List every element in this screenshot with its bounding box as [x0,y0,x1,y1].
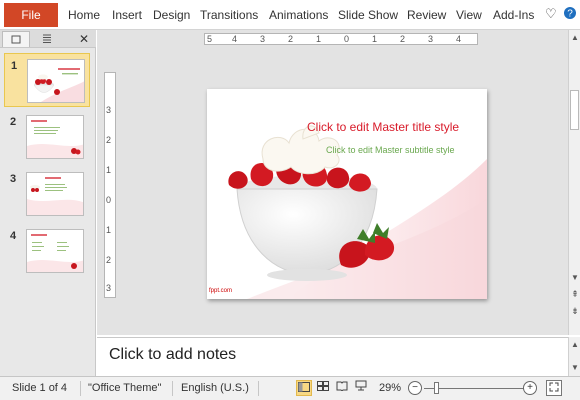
ruler-tick: 2 [106,255,112,265]
theme-name[interactable]: "Office Theme" [88,382,161,394]
ruler-tick: 2 [288,34,294,44]
ruler-tick: 1 [372,34,378,44]
zoom-out-icon[interactable]: − [408,381,422,395]
status-bar: Slide 1 of 4 "Office Theme" English (U.S… [0,376,580,400]
tab-design[interactable]: Design [153,8,190,22]
slide-subtitle-placeholder[interactable]: Click to edit Master subtitle style [326,145,455,155]
fit-to-window-icon[interactable] [546,380,562,396]
zoom-level[interactable]: 29% [379,382,401,394]
ruler-tick: 5 [207,34,213,44]
ruler-tick: 4 [456,34,462,44]
horizontal-ruler[interactable]: 5 4 3 2 1 0 1 2 3 4 [204,33,478,45]
slides-pane: ✕ 1 2 3 4 [0,30,96,376]
tab-view[interactable]: View [456,8,482,22]
slide-thumbnail-2[interactable]: 2 [4,110,90,164]
slide-number: 2 [10,116,17,128]
ruler-tick: 1 [316,34,322,44]
vertical-ruler[interactable]: 3 2 1 0 1 2 3 [104,72,116,298]
ruler-tick: 3 [428,34,434,44]
slide-thumb-image [27,59,85,103]
ruler-tick: 2 [400,34,406,44]
slide-number: 1 [11,60,18,72]
slides-icon [11,35,21,44]
tab-animations[interactable]: Animations [269,8,328,22]
ruler-tick: 3 [106,105,112,115]
ribbon: File Home Insert Design Transitions Anim… [0,0,580,30]
slide-thumb-image [26,229,84,273]
slides-tab[interactable] [2,31,30,47]
language-indicator[interactable]: English (U.S.) [181,382,249,394]
tab-home[interactable]: Home [68,8,100,22]
ruler-tick: 3 [260,34,266,44]
slide-thumbnail-4[interactable]: 4 [4,224,90,278]
slide-number: 3 [10,173,17,185]
outline-tab[interactable] [33,31,61,47]
tab-slide-show[interactable]: Slide Show [338,8,398,22]
slide-editor: 5 4 3 2 1 0 1 2 3 4 3 2 1 0 1 2 3 Click … [97,30,568,335]
notes-pane[interactable]: Click to add notes [97,337,568,376]
slide-sorter-icon[interactable] [315,380,331,396]
slide-counter[interactable]: Slide 1 of 4 [12,382,67,394]
slide-number: 4 [10,230,17,242]
slide-thumbnail-3[interactable]: 3 [4,167,90,221]
slide-thumbnail-1[interactable]: 1 [4,53,90,107]
outline-icon [43,34,51,43]
heart-icon[interactable]: ♡ [545,6,557,22]
ruler-tick: 1 [106,165,112,175]
divider [258,381,259,396]
zoom-slider-thumb[interactable] [434,382,439,394]
slide-thumb-image [26,172,84,216]
reading-view-icon[interactable] [334,380,350,396]
file-tab[interactable]: File [4,3,58,27]
slide-canvas[interactable]: Click to edit Master title style Click t… [207,89,487,299]
slide-title-placeholder[interactable]: Click to edit Master title style [307,120,459,134]
close-icon[interactable]: ✕ [70,31,98,47]
pane-header: ✕ [0,30,96,48]
tab-insert[interactable]: Insert [112,8,142,22]
next-slide-icon[interactable]: ⇟ [569,305,580,317]
scroll-up-icon[interactable]: ▲ [569,339,580,351]
notes-scrollbar[interactable]: ▲ ▼ [568,337,580,376]
ruler-tick: 1 [106,225,112,235]
tab-add-ins[interactable]: Add-Ins [493,8,534,22]
help-icon[interactable]: ? [563,6,577,23]
slide-thumb-image [26,115,84,159]
ruler-tick: 3 [106,283,112,293]
scroll-down-icon[interactable]: ▼ [569,362,580,374]
tab-transitions[interactable]: Transitions [200,8,258,22]
divider [172,381,173,396]
zoom-in-icon[interactable]: + [523,381,537,395]
ruler-tick: 4 [232,34,238,44]
ruler-tick: 0 [344,34,350,44]
scrollbar-thumb[interactable] [570,90,579,130]
scroll-up-icon[interactable]: ▲ [569,32,580,44]
tab-review[interactable]: Review [407,8,446,22]
divider [80,381,81,396]
normal-view-icon[interactable] [296,380,312,396]
slide-show-icon[interactable] [353,380,369,396]
scroll-down-icon[interactable]: ▼ [569,272,580,284]
ruler-tick: 0 [106,195,112,205]
ruler-tick: 2 [106,135,112,145]
svg-text:?: ? [567,9,573,20]
zoom-slider[interactable] [424,388,528,389]
previous-slide-icon[interactable]: ⇞ [569,288,580,300]
vertical-scrollbar[interactable]: ▲ ▼ ⇞ ⇟ [568,30,580,335]
slide-footer-text: fppt.com [209,288,233,294]
notes-placeholder[interactable]: Click to add notes [109,346,236,364]
